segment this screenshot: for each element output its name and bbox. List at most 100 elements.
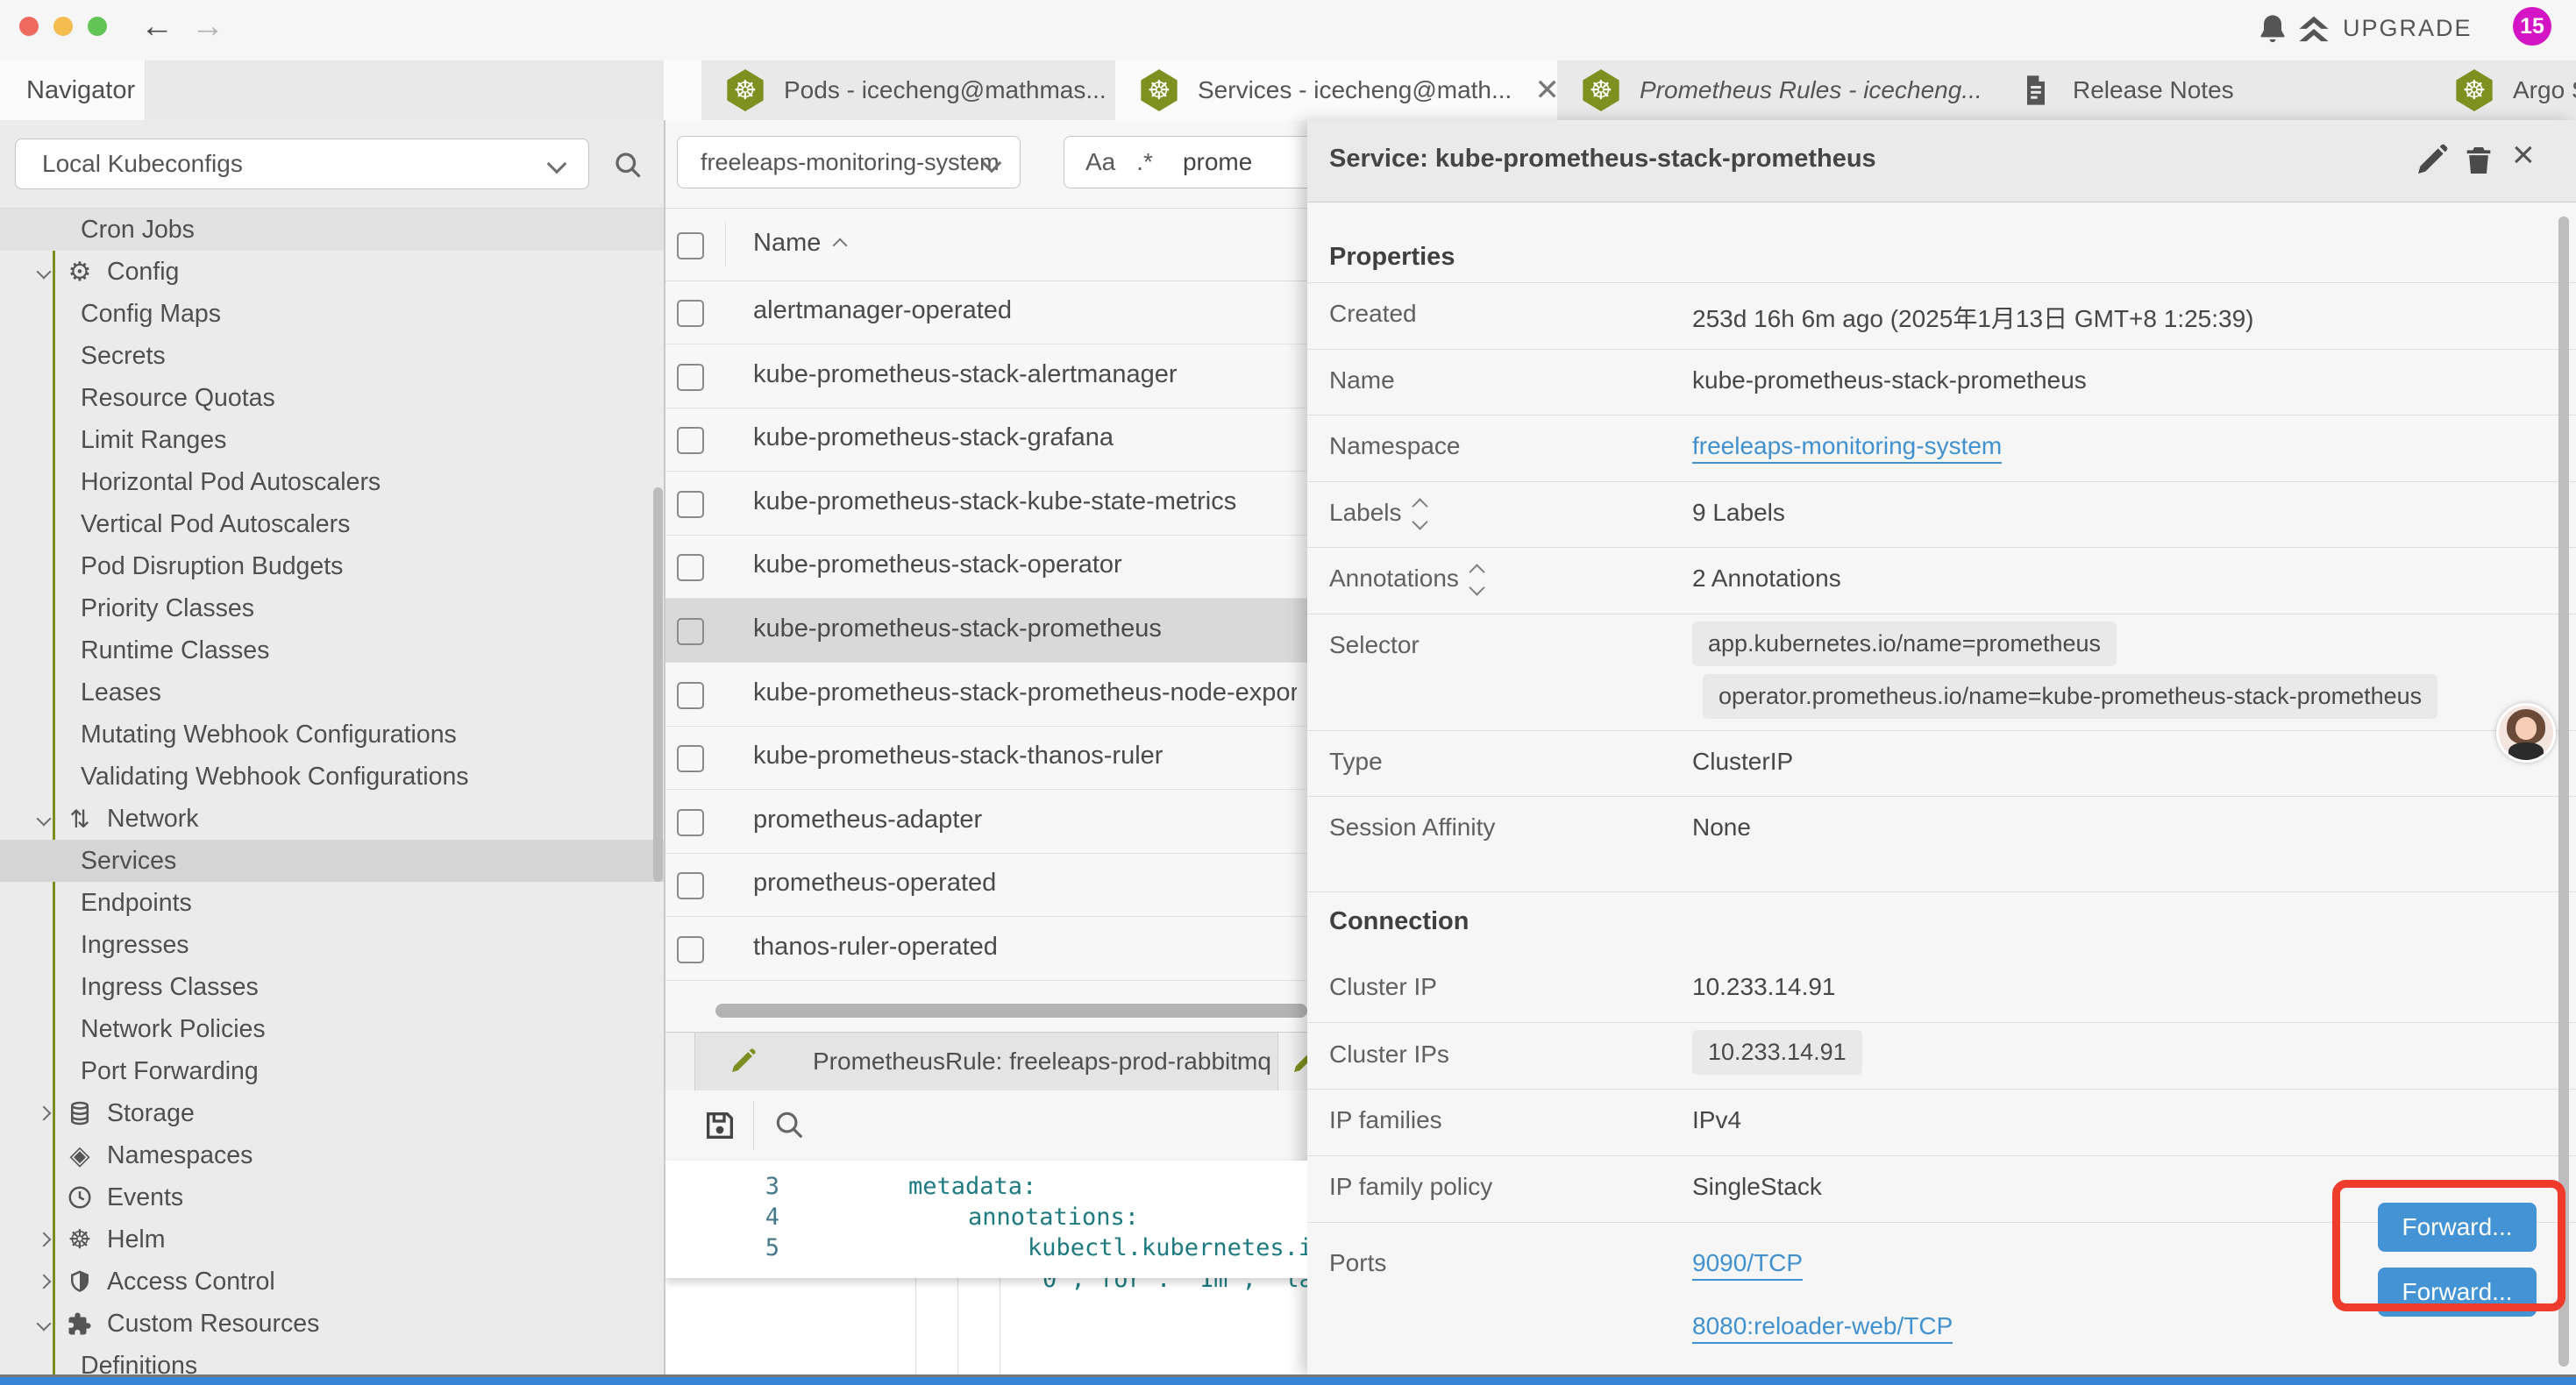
- chevron-right-icon[interactable]: [37, 1106, 52, 1121]
- tab-release-notes[interactable]: Release Notes: [1990, 60, 2431, 120]
- sidebar-item-storage[interactable]: Storage: [0, 1092, 664, 1134]
- match-case-toggle[interactable]: Aa: [1085, 148, 1115, 176]
- sidebar-item-validating-webhook-configurations[interactable]: Validating Webhook Configurations: [0, 756, 664, 798]
- row-checkbox[interactable]: [677, 682, 704, 709]
- back-arrow-icon[interactable]: ←: [140, 8, 174, 46]
- sidebar-item-endpoints[interactable]: Endpoints: [0, 882, 664, 924]
- dock-panel: PrometheusRule: freeleaps-prod-rabbitmq: [665, 1032, 1307, 1375]
- row-checkbox[interactable]: [677, 745, 704, 772]
- sidebar-item-resource-quotas[interactable]: Resource Quotas: [0, 377, 664, 419]
- sidebar-item-ingress-classes[interactable]: Ingress Classes: [0, 966, 664, 1008]
- table-row-kube-prometheus-stack-alertmanager[interactable]: kube-prometheus-stack-alertmanager: [665, 344, 1307, 408]
- table-row-kube-prometheus-stack-grafana[interactable]: kube-prometheus-stack-grafana: [665, 408, 1307, 472]
- minimize-traffic-light[interactable]: [53, 17, 73, 36]
- navigator-panel-tab[interactable]: Navigator: [0, 60, 146, 120]
- namespace-link[interactable]: freeleaps-monitoring-system: [1692, 432, 2002, 464]
- sidebar-item-custom-resources[interactable]: Custom Resources: [0, 1303, 664, 1345]
- tab-prometheus-rules[interactable]: ☸ Prometheus Rules - icecheng...: [1557, 60, 1991, 120]
- close-traffic-light[interactable]: [19, 17, 39, 36]
- sidebar-item-ingresses[interactable]: Ingresses: [0, 924, 664, 966]
- table-row-kube-prometheus-stack-kube-state-metrics[interactable]: kube-prometheus-stack-kube-state-metrics: [665, 472, 1307, 536]
- port-link-9090[interactable]: 9090/TCP: [1692, 1249, 1803, 1281]
- sidebar-item-services[interactable]: Services: [0, 840, 664, 882]
- forward-arrow-icon[interactable]: →: [191, 8, 224, 46]
- sidebar-item-limit-ranges[interactable]: Limit Ranges: [0, 419, 664, 461]
- row-checkbox[interactable]: [677, 936, 704, 963]
- horizontal-scrollbar[interactable]: [715, 1004, 1307, 1018]
- row-checkbox[interactable]: [677, 554, 704, 581]
- delete-trash-icon[interactable]: [2461, 143, 2496, 178]
- table-row-kube-prometheus-stack-operator[interactable]: kube-prometheus-stack-operator: [665, 535, 1307, 599]
- tab-argo[interactable]: ☸ Argo Se: [2430, 60, 2576, 120]
- sidebar-item-definitions[interactable]: Definitions: [0, 1345, 664, 1375]
- sidebar-item-secrets[interactable]: Secrets: [0, 335, 664, 377]
- upgrade-button[interactable]: UPGRADE: [2343, 15, 2473, 42]
- sidebar-item-network[interactable]: ⇅Network: [0, 798, 664, 840]
- chevron-right-icon[interactable]: [37, 1275, 52, 1289]
- chevron-down-icon[interactable]: [37, 265, 52, 280]
- yaml-editor[interactable]: 0","for": "1m", "labels":{ "service": 12…: [665, 1161, 1307, 1375]
- dock-tab-prometheusrule[interactable]: PrometheusRule: freeleaps-prod-rabbitmq: [694, 1033, 1278, 1090]
- table-row-alertmanager-operated[interactable]: alertmanager-operated: [665, 281, 1307, 344]
- select-all-checkbox[interactable]: [677, 232, 704, 259]
- list-search-input[interactable]: Aa .* prome: [1064, 136, 1307, 188]
- upgrade-icon[interactable]: [2297, 14, 2330, 46]
- sidebar-item-mutating-webhook-configurations[interactable]: Mutating Webhook Configurations: [0, 714, 664, 756]
- expand-collapse-icon[interactable]: [1414, 501, 1426, 528]
- row-checkbox[interactable]: [677, 618, 704, 645]
- table-row-kube-prometheus-stack-prometheus[interactable]: kube-prometheus-stack-prometheus: [665, 599, 1307, 663]
- sidebar-item-port-forwarding[interactable]: Port Forwarding: [0, 1050, 664, 1092]
- table-row-kube-prometheus-stack-prometheus-node-expor[interactable]: kube-prometheus-stack-prometheus-node-ex…: [665, 663, 1307, 727]
- labels-label[interactable]: Labels: [1329, 499, 1426, 528]
- table-row-prometheus-operated[interactable]: prometheus-operated: [665, 853, 1307, 917]
- sidebar-item-events[interactable]: Events: [0, 1176, 664, 1218]
- column-header-name[interactable]: Name: [753, 229, 845, 258]
- chevron-down-icon[interactable]: [37, 1317, 52, 1332]
- sidebar-scrollbar[interactable]: [653, 487, 663, 882]
- sidebar-item-horizontal-pod-autoscalers[interactable]: Horizontal Pod Autoscalers: [0, 461, 664, 503]
- row-checkbox[interactable]: [677, 300, 704, 327]
- sidebar-item-helm[interactable]: ☸Helm: [0, 1218, 664, 1261]
- table-row-kube-prometheus-stack-thanos-ruler[interactable]: kube-prometheus-stack-thanos-ruler: [665, 726, 1307, 790]
- chevron-right-icon[interactable]: [37, 1232, 52, 1247]
- row-checkbox[interactable]: [677, 872, 704, 899]
- row-checkbox[interactable]: [677, 491, 704, 518]
- sidebar-item-leases[interactable]: Leases: [0, 671, 664, 714]
- editor-search-icon[interactable]: [772, 1108, 808, 1143]
- sidebar-search-icon[interactable]: [612, 149, 644, 181]
- row-checkbox[interactable]: [677, 809, 704, 836]
- sidebar-item-priority-classes[interactable]: Priority Classes: [0, 587, 664, 629]
- annotations-label[interactable]: Annotations: [1329, 565, 1483, 593]
- sidebar-item-runtime-classes[interactable]: Runtime Classes: [0, 629, 664, 671]
- sidebar-item-cron-jobs[interactable]: Cron Jobs: [0, 209, 664, 251]
- kubeconfig-select[interactable]: Local Kubeconfigs: [15, 138, 589, 189]
- notification-count-badge[interactable]: 15: [2513, 7, 2551, 46]
- save-icon[interactable]: [702, 1108, 737, 1143]
- sidebar-item-vertical-pod-autoscalers[interactable]: Vertical Pod Autoscalers: [0, 503, 664, 545]
- maximize-traffic-light[interactable]: [88, 17, 107, 36]
- sidebar-item-access-control[interactable]: Access Control: [0, 1261, 664, 1303]
- user-avatar[interactable]: [2496, 703, 2556, 763]
- drawer-close-icon[interactable]: ×: [2512, 136, 2535, 174]
- tab-services[interactable]: ☸ Services - icecheng@math... ✕: [1115, 60, 1558, 120]
- row-checkbox[interactable]: [677, 364, 704, 391]
- dock-tab-partial[interactable]: [1284, 1033, 1307, 1090]
- sidebar-item-config[interactable]: ⚙Config: [0, 251, 664, 293]
- tab-pods[interactable]: ☸ Pods - icecheng@mathmas...: [701, 60, 1116, 120]
- table-row-thanos-ruler-operated[interactable]: thanos-ruler-operated: [665, 917, 1307, 981]
- port-link-8080[interactable]: 8080:reloader-web/TCP: [1692, 1312, 1953, 1344]
- tab-close-icon[interactable]: ✕: [1534, 75, 1558, 105]
- sidebar-item-pod-disruption-budgets[interactable]: Pod Disruption Budgets: [0, 545, 664, 587]
- table-row-prometheus-adapter[interactable]: prometheus-adapter: [665, 790, 1307, 854]
- notifications-bell-icon[interactable]: [2255, 12, 2290, 47]
- row-checkbox[interactable]: [677, 427, 704, 454]
- sidebar-item-network-policies[interactable]: Network Policies: [0, 1008, 664, 1050]
- chevron-down-icon[interactable]: [37, 812, 52, 827]
- editor-clipped-line: 0","for": "1m", "labels":{ "service":: [665, 1278, 1307, 1297]
- edit-pencil-icon[interactable]: [2414, 143, 2449, 178]
- sidebar-item-namespaces[interactable]: ◈Namespaces: [0, 1134, 664, 1176]
- regex-toggle[interactable]: .*: [1136, 148, 1153, 176]
- namespace-select[interactable]: freeleaps-monitoring-system: [677, 136, 1021, 188]
- expand-collapse-icon[interactable]: [1471, 566, 1483, 593]
- sidebar-item-config-maps[interactable]: Config Maps: [0, 293, 664, 335]
